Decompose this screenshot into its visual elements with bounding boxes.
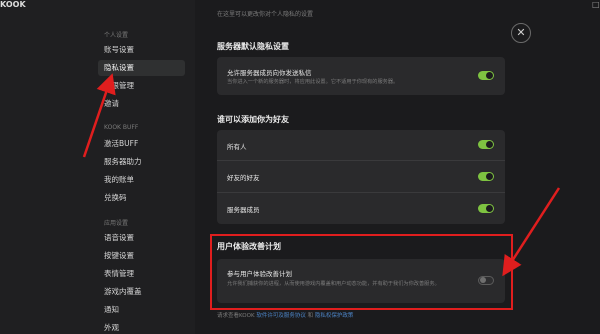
annotation-arrow-toggle — [502, 187, 561, 277]
annotation-arrow-sidebar — [82, 73, 116, 158]
annotation-arrows — [82, 73, 561, 277]
